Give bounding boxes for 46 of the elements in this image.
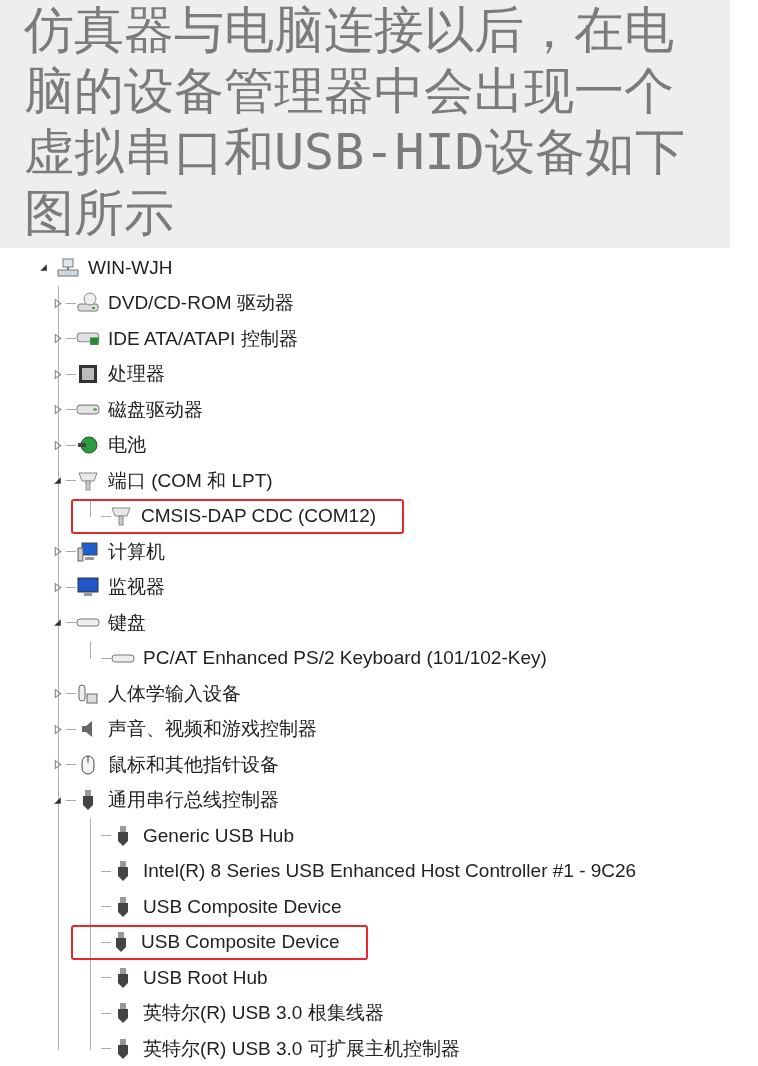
tree-item[interactable]: 通用串行总线控制器	[108, 787, 279, 814]
tree-item[interactable]: 声音、视频和游戏控制器	[108, 716, 317, 743]
keyboard-icon	[111, 652, 135, 664]
hard-drive-icon	[76, 404, 100, 416]
keyboard-icon	[76, 617, 100, 629]
tree-item[interactable]: 英特尔(R) USB 3.0 可扩展主机控制器	[143, 1035, 460, 1062]
tree-item[interactable]: CMSIS-DAP CDC (COM12)	[141, 505, 377, 528]
tree-item[interactable]: 人体学输入设备	[108, 680, 241, 707]
collapsed-arrow-icon[interactable]	[52, 546, 63, 558]
collapsed-arrow-icon[interactable]	[52, 723, 63, 735]
input-device-icon	[76, 681, 100, 706]
tree-item[interactable]: WIN-WJH	[88, 256, 173, 279]
collapsed-arrow-icon[interactable]	[52, 581, 63, 593]
tree-item[interactable]: USB Root Hub	[143, 966, 268, 989]
drive-controller-icon	[76, 331, 100, 346]
tree-item[interactable]: IDE ATA/ATAPI 控制器	[108, 325, 298, 352]
tree-item[interactable]: DVD/CD-ROM 驱动器	[108, 290, 294, 317]
tree-item[interactable]: 磁盘驱动器	[108, 396, 203, 423]
port-connector-icon	[109, 504, 133, 529]
tree-item[interactable]: 键盘	[108, 609, 146, 636]
tree-item[interactable]: 鼠标和其他指针设备	[108, 751, 279, 778]
collapsed-arrow-icon[interactable]	[52, 688, 63, 700]
tree-item[interactable]: 电池	[108, 432, 146, 459]
collapsed-arrow-icon[interactable]	[52, 297, 63, 309]
tree-item[interactable]: Generic USB Hub	[143, 824, 294, 847]
expanded-arrow-icon[interactable]	[52, 475, 63, 487]
tree-item[interactable]: 端口 (COM 和 LPT)	[108, 467, 273, 494]
expanded-arrow-icon[interactable]	[38, 262, 49, 274]
collapsed-arrow-icon[interactable]	[52, 759, 63, 771]
tree-item[interactable]: USB Composite Device	[141, 931, 340, 954]
tree-item[interactable]: Intel(R) 8 Series USB Enhanced Host Controller #1 - 9C26	[143, 860, 637, 883]
intro-paragraph: 仿真器与电脑连接以后，在电脑的设备管理器中会出现一个虚拟串口和USB-HID设备如下图所示	[0, 0, 730, 248]
tree-item[interactable]: PC/AT Enhanced PS/2 Keyboard (101/102-Key)	[143, 647, 547, 670]
tree-item[interactable]: USB Composite Device	[143, 895, 342, 918]
expanded-arrow-icon[interactable]	[52, 794, 63, 806]
tree-item[interactable]: 处理器	[108, 361, 165, 388]
collapsed-arrow-icon[interactable]	[52, 439, 63, 451]
tree-item[interactable]: 计算机	[108, 538, 165, 565]
expanded-arrow-icon[interactable]	[52, 617, 63, 629]
collapsed-arrow-icon[interactable]	[52, 333, 63, 345]
tree-item[interactable]: 监视器	[108, 574, 165, 601]
computer-icon	[76, 539, 100, 564]
network-computer-icon	[56, 255, 80, 280]
collapsed-arrow-icon[interactable]	[52, 368, 63, 380]
collapsed-arrow-icon[interactable]	[52, 404, 63, 416]
tree-item[interactable]: 英特尔(R) USB 3.0 根集线器	[143, 1000, 384, 1027]
